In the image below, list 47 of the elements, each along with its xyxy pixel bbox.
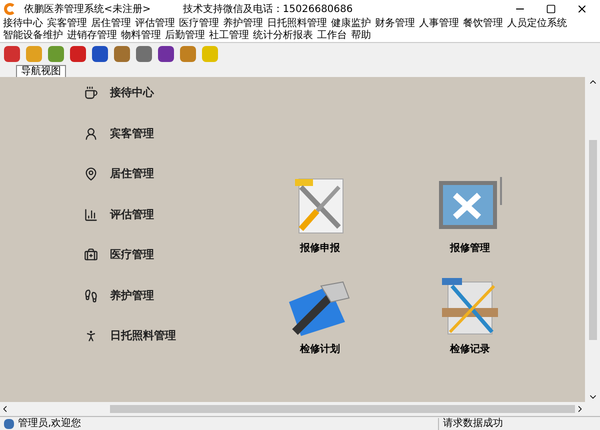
menu-item[interactable]: 工作台 <box>317 30 347 42</box>
menu-item[interactable]: 统计分析报表 <box>253 30 313 42</box>
tile-label[interactable]: 报修管理 <box>450 241 490 256</box>
coffee-icon[interactable] <box>84 86 98 100</box>
menu-item[interactable]: 居住管理 <box>91 18 131 30</box>
medical-icon[interactable] <box>84 248 98 262</box>
nav-item[interactable]: 医疗管理 <box>110 247 154 264</box>
nav-item[interactable]: 居住管理 <box>110 166 154 182</box>
status-message: 请求数据成功 <box>438 418 503 430</box>
menu-item[interactable]: 餐饮管理 <box>463 18 503 30</box>
maximize-icon[interactable] <box>546 4 556 14</box>
residence-icon[interactable] <box>84 167 98 182</box>
daycare-icon[interactable] <box>84 329 98 344</box>
nav-item[interactable]: 评估管理 <box>110 206 154 223</box>
tile-label[interactable]: 报修申报 <box>300 241 340 256</box>
menu-item[interactable]: 社工管理 <box>209 30 249 42</box>
care-icon[interactable] <box>84 288 98 303</box>
menu-item[interactable]: 后勤管理 <box>165 30 205 42</box>
menu-item[interactable]: 健康监护 <box>331 18 371 30</box>
menu-item[interactable]: 人员定位系统 <box>507 18 567 30</box>
menu-item[interactable]: 人事管理 <box>419 18 459 30</box>
menu-item[interactable]: 物料管理 <box>121 30 161 42</box>
menu-item[interactable]: 评估管理 <box>135 18 175 30</box>
nav-item[interactable]: 宾客管理 <box>110 126 154 142</box>
chart-icon[interactable] <box>84 208 98 222</box>
status-user: 管理员,欢迎您 <box>18 418 82 430</box>
menu-item[interactable]: 智能设备维护 <box>3 30 63 42</box>
user-icon <box>4 418 14 428</box>
menu-item[interactable]: 帮助 <box>351 30 371 42</box>
menu-item[interactable]: 医疗管理 <box>179 18 219 30</box>
menu-item[interactable]: 财务管理 <box>375 18 415 30</box>
nav-item[interactable]: 日托照料管理 <box>110 328 176 344</box>
menu-item[interactable]: 接待中心 <box>3 18 43 30</box>
tab[interactable]: 导航视图 <box>16 65 66 77</box>
close-icon[interactable] <box>576 3 588 15</box>
support-contact: 技术支持微信及电话：15026680686 <box>182 2 353 16</box>
menu-item[interactable]: 养护管理 <box>223 18 263 30</box>
menu-item[interactable]: 宾客管理 <box>47 18 87 30</box>
window-title: 依鹏医养管理系统<未注册> <box>24 2 151 16</box>
menu-item[interactable]: 进销存管理 <box>67 30 117 42</box>
app-logo-icon <box>4 3 16 15</box>
tile-label[interactable]: 检修计划 <box>300 342 340 357</box>
guest-icon[interactable] <box>84 126 98 141</box>
nav-item[interactable]: 接待中心 <box>110 85 154 102</box>
nav-item[interactable]: 养护管理 <box>110 288 154 304</box>
menu-item[interactable]: 日托照料管理 <box>267 18 327 30</box>
tile-label[interactable]: 检修记录 <box>450 342 490 357</box>
